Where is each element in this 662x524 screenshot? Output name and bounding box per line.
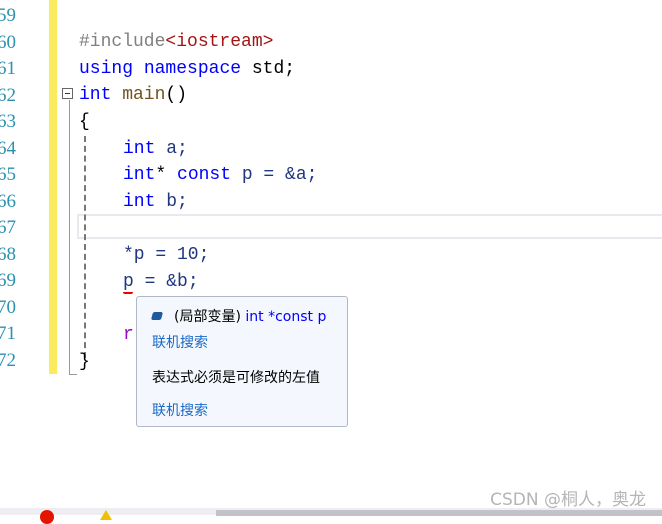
line-number: 63 bbox=[0, 111, 16, 132]
code-line-62[interactable]: int main() bbox=[79, 82, 187, 109]
error-message: 表达式必须是可修改的左值 bbox=[152, 370, 320, 386]
code-line-66[interactable]: int b; bbox=[123, 189, 188, 216]
code-line-64[interactable]: int a; bbox=[123, 136, 188, 163]
line-number: 62 bbox=[0, 84, 16, 106]
online-search-link[interactable]: 联机搜索 bbox=[152, 332, 208, 352]
line-number: 68 bbox=[0, 243, 16, 265]
line-number: 60 bbox=[0, 31, 16, 53]
warning-icon[interactable] bbox=[100, 510, 112, 520]
code-line-72[interactable]: } bbox=[79, 349, 90, 376]
line-number: 69 bbox=[0, 270, 16, 291]
watermark: CSDN @桐人，奥龙 bbox=[490, 490, 646, 510]
code-line-63[interactable]: { bbox=[79, 109, 90, 136]
line-number: 61 bbox=[0, 58, 16, 79]
line-number: 70 bbox=[0, 296, 16, 318]
line-number: 65 bbox=[0, 164, 16, 185]
line-number: 67 bbox=[0, 217, 16, 238]
local-variable-cube-icon bbox=[150, 312, 164, 320]
code-line-65[interactable]: int* const p = &a; bbox=[123, 162, 317, 189]
error-squiggle bbox=[123, 289, 133, 294]
current-line-highlight bbox=[77, 214, 662, 239]
change-tracking-margin bbox=[49, 0, 57, 374]
quick-info-tooltip: (局部变量) int *const p 联机搜索 表达式必须是可修改的左值 联机… bbox=[136, 296, 348, 427]
code-line-71[interactable]: r bbox=[123, 322, 134, 349]
online-search-link[interactable]: 联机搜索 bbox=[152, 400, 208, 420]
line-number: 59 bbox=[0, 5, 16, 26]
status-bar bbox=[0, 508, 662, 524]
code-line-60[interactable]: #include<iostream> bbox=[79, 29, 273, 56]
line-number: 66 bbox=[0, 190, 16, 212]
error-icon[interactable] bbox=[40, 510, 54, 524]
outline-line bbox=[69, 100, 77, 375]
indent-guide bbox=[84, 136, 86, 358]
line-number: 64 bbox=[0, 137, 16, 159]
code-line-68[interactable]: *p = 10; bbox=[123, 242, 209, 269]
collapse-icon[interactable] bbox=[62, 88, 73, 99]
line-number: 72 bbox=[0, 349, 16, 371]
code-line-69[interactable]: p = &b; bbox=[123, 269, 199, 296]
tooltip-signature: (局部变量) int *const p bbox=[150, 306, 326, 326]
line-number: 71 bbox=[0, 323, 16, 344]
code-line-61[interactable]: using namespace std; bbox=[79, 56, 295, 83]
horizontal-scrollbar[interactable] bbox=[216, 510, 662, 516]
